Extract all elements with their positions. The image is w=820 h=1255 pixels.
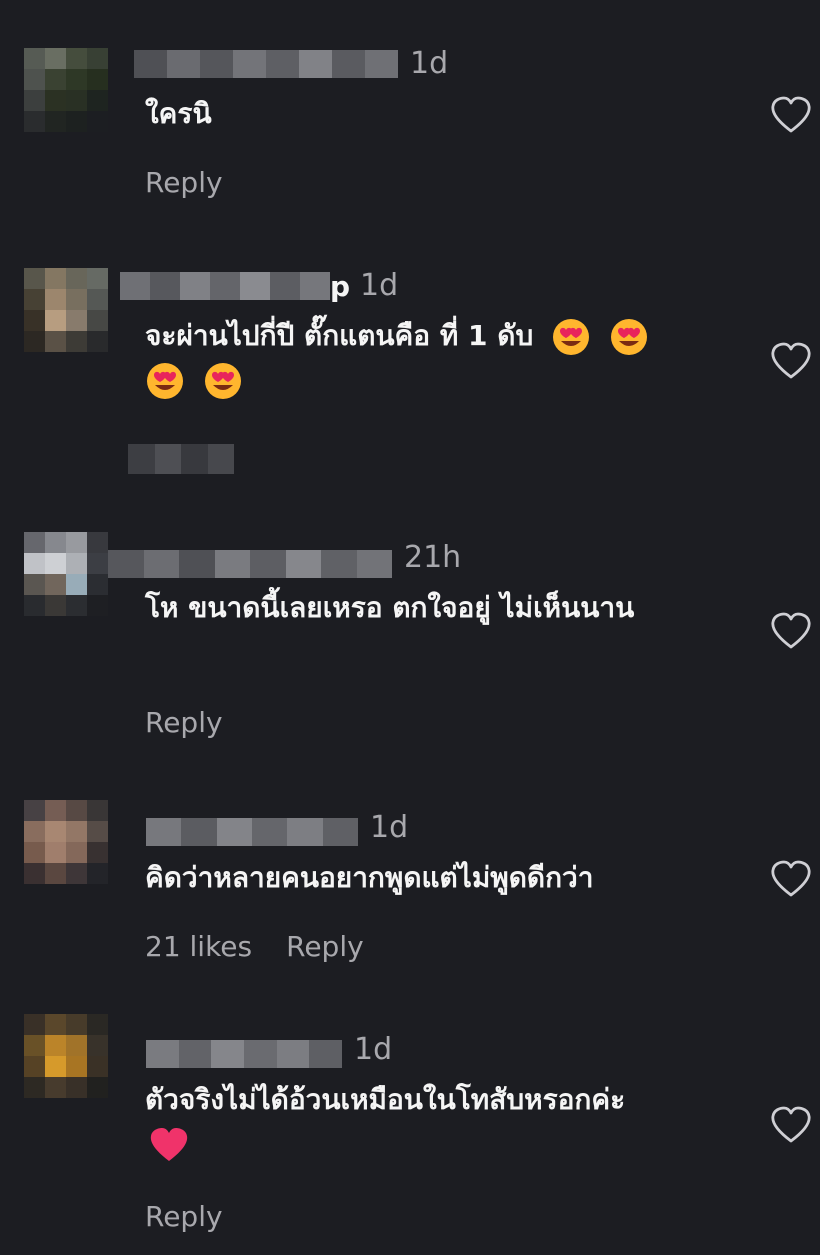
reply-button-blurred[interactable]	[128, 444, 234, 474]
emoji-line	[145, 358, 755, 402]
avatar[interactable]	[24, 1014, 108, 1098]
comment-body: ใครนิ	[145, 97, 212, 130]
comment-actions: Reply	[145, 1200, 223, 1233]
heart-eyes-emoji	[204, 363, 241, 399]
username-blurred[interactable]	[108, 550, 392, 578]
reply-button[interactable]: Reply	[145, 166, 223, 199]
comment-text: โห ขนาดนี้เลยเหรอ ตกใจอยู่ ไม่เห็นนาน	[145, 586, 705, 630]
username-blurred[interactable]	[134, 50, 398, 78]
comment-actions: Reply	[145, 166, 223, 199]
username-blurred[interactable]	[146, 818, 358, 846]
reply-button[interactable]: Reply	[286, 930, 364, 963]
comments-panel: 1d ใครนิ Reply p 1d จะผ่านไปกี่ปี ตั๊กแต…	[0, 0, 820, 1255]
comment-text: จะผ่านไปกี่ปี ตั๊กแตนคือ ที่ 1 ดับ	[145, 314, 755, 402]
reply-button[interactable]: Reply	[145, 1200, 223, 1233]
like-heart-icon[interactable]	[770, 342, 812, 380]
username-blurred[interactable]	[120, 272, 330, 300]
like-heart-icon[interactable]	[770, 1106, 812, 1144]
heart-eyes-emoji	[610, 319, 647, 355]
comment-timestamp: 1d	[370, 810, 409, 845]
comment-body: ตัวจริงไม่ได้อ้วนเหมือนในโทสับหรอกค่ะ	[145, 1083, 626, 1116]
heart-eyes-emoji	[553, 319, 589, 355]
reply-button[interactable]: Reply	[145, 706, 223, 739]
emoji-line	[145, 1122, 755, 1166]
like-heart-icon[interactable]	[770, 612, 812, 650]
avatar[interactable]	[24, 48, 108, 132]
comment-timestamp: 1d	[410, 46, 449, 81]
comment-timestamp: 1d	[354, 1032, 393, 1067]
like-heart-icon[interactable]	[770, 96, 812, 134]
red-heart-emoji	[150, 1128, 188, 1161]
avatar[interactable]	[24, 268, 108, 352]
comment-timestamp: 21h	[404, 540, 462, 575]
comment-text: ตัวจริงไม่ได้อ้วนเหมือนในโทสับหรอกค่ะ	[145, 1078, 755, 1166]
comment-body: จะผ่านไปกี่ปี ตั๊กแตนคือ ที่ 1 ดับ	[145, 319, 534, 352]
heart-eyes-emoji	[147, 363, 183, 399]
avatar[interactable]	[24, 532, 108, 616]
username-blurred[interactable]	[146, 1040, 343, 1068]
comment-body: คิดว่าหลายคนอยากพูดแต่ไม่พูดดีกว่า	[145, 861, 594, 894]
avatar[interactable]	[24, 800, 108, 884]
comment-text: ใครนิ	[145, 92, 745, 136]
comment-body: โห ขนาดนี้เลยเหรอ ตกใจอยู่ ไม่เห็นนาน	[145, 591, 635, 624]
comment-actions: Reply	[145, 706, 223, 739]
comment-text: คิดว่าหลายคนอยากพูดแต่ไม่พูดดีกว่า	[145, 856, 745, 900]
username-tail[interactable]: p	[330, 270, 350, 303]
comment-actions: 21 likes Reply	[145, 930, 364, 963]
likes-count[interactable]: 21 likes	[145, 930, 252, 963]
like-heart-icon[interactable]	[770, 860, 812, 898]
comment-timestamp: 1d	[360, 268, 399, 303]
